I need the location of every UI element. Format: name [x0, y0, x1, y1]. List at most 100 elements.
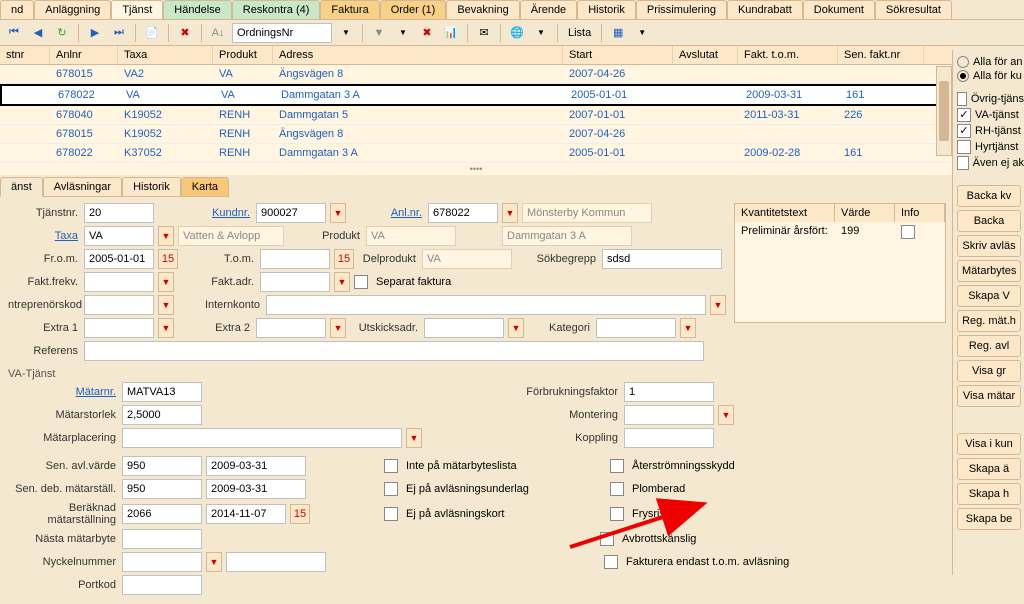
montering-dd-icon[interactable]: ▼ — [718, 405, 734, 425]
main-tab-skresultat[interactable]: Sökresultat — [875, 0, 952, 19]
anlnr-input[interactable] — [428, 203, 498, 223]
side-button[interactable]: Visa i kun — [957, 433, 1021, 455]
senavl-input[interactable] — [122, 456, 202, 476]
side-button[interactable]: Skapa V — [957, 285, 1021, 307]
referens-input[interactable] — [84, 341, 704, 361]
ejund-checkbox[interactable] — [384, 482, 398, 496]
berak-date-input[interactable] — [206, 504, 286, 524]
sub-tab-historik[interactable]: Historik — [122, 177, 181, 197]
matarnr-label[interactable]: Mätarnr. — [8, 386, 118, 398]
placering-dd-icon[interactable]: ▼ — [406, 428, 422, 448]
grid-row[interactable]: 678022VAVADammgatan 3 A2005-01-012009-03… — [0, 84, 952, 106]
clear-filter-icon[interactable]: ✖ — [417, 23, 437, 43]
nav-last-icon[interactable]: ⏭ — [109, 23, 129, 43]
tom-cal-icon[interactable]: 15 — [334, 249, 354, 269]
extra1-dd-icon[interactable]: ▼ — [158, 318, 174, 338]
main-tab-rende[interactable]: Ärende — [520, 0, 577, 19]
storlek-input[interactable] — [122, 405, 202, 425]
grid-header-cell[interactable]: stnr — [0, 46, 50, 64]
grid-header-cell[interactable]: Start — [563, 46, 673, 64]
filter2-icon[interactable]: ▼ — [393, 23, 413, 43]
portkod-input[interactable] — [122, 575, 202, 595]
intern-input[interactable] — [266, 295, 706, 315]
kv-info-checkbox[interactable] — [901, 225, 915, 239]
berak-cal-icon[interactable]: 15 — [290, 504, 310, 524]
entr-input[interactable] — [84, 295, 154, 315]
faktfrekv-dd-icon[interactable]: ▼ — [158, 272, 174, 292]
export-icon[interactable]: 📊 — [441, 23, 461, 43]
alla-an-radio[interactable] — [957, 56, 969, 68]
main-tab-dokument[interactable]: Dokument — [803, 0, 875, 19]
globe-dd-icon[interactable]: ▼ — [531, 23, 551, 43]
va-checkbox[interactable] — [957, 108, 971, 122]
main-tab-tjnst[interactable]: Tjänst — [111, 0, 163, 19]
utskick-dd-icon[interactable]: ▼ — [508, 318, 524, 338]
tjanstnr-input[interactable] — [84, 203, 154, 223]
nyckel-input[interactable] — [122, 552, 202, 572]
matarnr-input[interactable] — [122, 382, 202, 402]
kundnr-dd-icon[interactable]: ▼ — [330, 203, 346, 223]
faktend-checkbox[interactable] — [604, 555, 618, 569]
utskick-input[interactable] — [424, 318, 504, 338]
ovrig-checkbox[interactable] — [957, 92, 967, 106]
from-input[interactable] — [84, 249, 154, 269]
grid-resize-dots[interactable]: •••• — [0, 163, 952, 175]
side-button[interactable]: Skriv avläs — [957, 235, 1021, 257]
separat-checkbox[interactable] — [354, 275, 368, 289]
grid-dd-icon[interactable]: ▼ — [632, 23, 652, 43]
grid-header-cell[interactable]: Produkt — [213, 46, 273, 64]
grid-row[interactable]: 678022K37052RENHDammgatan 3 A2005-01-012… — [0, 144, 952, 163]
main-tab-prissimulering[interactable]: Prissimulering — [636, 0, 727, 19]
avbrott-checkbox[interactable] — [600, 532, 614, 546]
main-tab-order1[interactable]: Order (1) — [380, 0, 447, 19]
taxa-label[interactable]: Taxa — [8, 230, 80, 242]
tom-input[interactable] — [260, 249, 330, 269]
grid-header-cell[interactable]: Taxa — [118, 46, 213, 64]
nasta-input[interactable] — [122, 529, 202, 549]
senavl-date-input[interactable] — [206, 456, 306, 476]
nav-prev-icon[interactable]: ◀ — [28, 23, 48, 43]
taxa-input[interactable] — [84, 226, 154, 246]
ejkort-checkbox[interactable] — [384, 507, 398, 521]
new-icon[interactable]: 📄 — [142, 23, 162, 43]
filter-icon[interactable]: ▼ — [369, 23, 389, 43]
faktadr-dd-icon[interactable]: ▼ — [334, 272, 350, 292]
hyr-checkbox[interactable] — [957, 140, 971, 154]
side-button[interactable]: Backa — [957, 210, 1021, 232]
grid-row[interactable]: 678015K19052RENHÄngsvägen 82007-04-26 — [0, 125, 952, 144]
kategori-dd-icon[interactable]: ▼ — [680, 318, 696, 338]
extra1-input[interactable] — [84, 318, 154, 338]
sendeb-date-input[interactable] — [206, 479, 306, 499]
faktfrekv-input[interactable] — [84, 272, 154, 292]
entr-dd-icon[interactable]: ▼ — [158, 295, 174, 315]
sokbegrepp-input[interactable] — [602, 249, 722, 269]
placering-input[interactable] — [122, 428, 402, 448]
nyckel-dd-icon[interactable]: ▼ — [206, 552, 222, 572]
grid-icon[interactable]: ▦ — [608, 23, 628, 43]
grid-header-cell[interactable]: Fakt. t.o.m. — [738, 46, 838, 64]
delete-icon[interactable]: ✖ — [175, 23, 195, 43]
side-button[interactable]: Visa gr — [957, 360, 1021, 382]
main-tab-hndelse[interactable]: Händelse — [163, 0, 231, 19]
side-button[interactable]: Backa kv — [957, 185, 1021, 207]
intern-dd-icon[interactable]: ▼ — [710, 295, 726, 315]
grid-header-cell[interactable]: Adress — [273, 46, 563, 64]
mail-icon[interactable]: ✉ — [474, 23, 494, 43]
side-button[interactable]: Skapa ä — [957, 458, 1021, 480]
inte-checkbox[interactable] — [384, 459, 398, 473]
main-tab-faktura[interactable]: Faktura — [320, 0, 379, 19]
lista-label[interactable]: Lista — [564, 27, 595, 39]
from-cal-icon[interactable]: 15 — [158, 249, 178, 269]
dropdown-arrow-icon[interactable]: ▼ — [336, 23, 356, 43]
aven-checkbox[interactable] — [957, 156, 969, 170]
anlnr-label[interactable]: Anl.nr. — [384, 207, 424, 219]
globe-icon[interactable]: 🌐 — [507, 23, 527, 43]
taxa-dd-icon[interactable]: ▼ — [158, 226, 174, 246]
side-button[interactable]: Reg. mät.h — [957, 310, 1021, 332]
rh-checkbox[interactable] — [957, 124, 971, 138]
side-button[interactable]: Skapa h — [957, 483, 1021, 505]
sub-tab-änst[interactable]: änst — [0, 177, 43, 197]
plomb-checkbox[interactable] — [610, 482, 624, 496]
main-tab-kundrabatt[interactable]: Kundrabatt — [727, 0, 803, 19]
side-button[interactable]: Skapa be — [957, 508, 1021, 530]
